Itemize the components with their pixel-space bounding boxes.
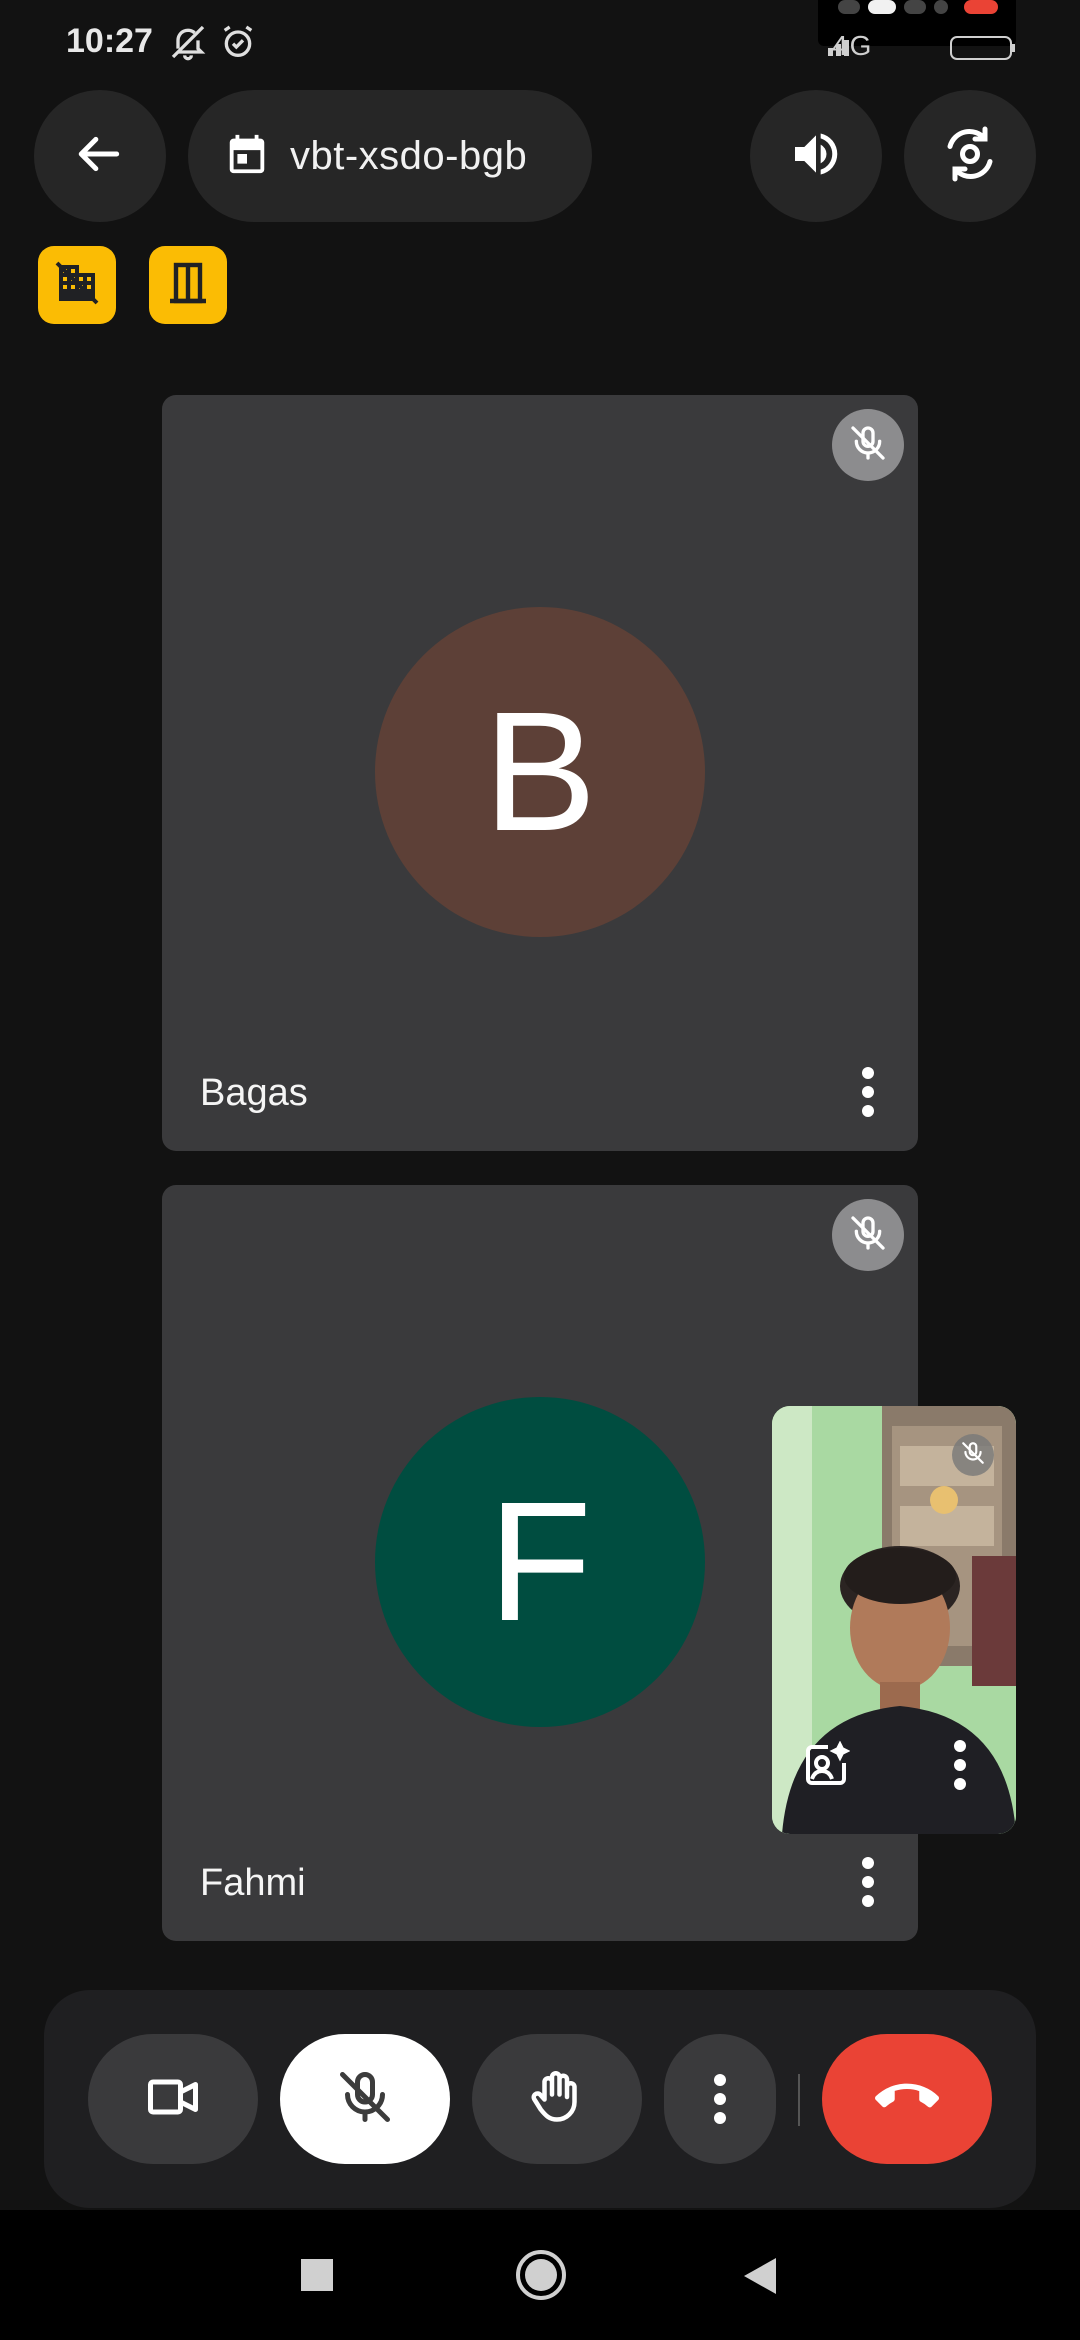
call-controls-bar	[44, 1990, 1036, 2208]
controls-divider	[798, 2074, 800, 2126]
domain-disabled-badge[interactable]	[38, 246, 116, 324]
back-button[interactable]	[34, 90, 166, 222]
end-call-button[interactable]	[822, 2034, 992, 2164]
self-view-preview[interactable]	[772, 1406, 1016, 1834]
switch-camera-button[interactable]	[904, 90, 1036, 222]
battery-icon	[950, 36, 1016, 65]
domain-disabled-icon	[53, 259, 101, 312]
status-time: 10:27	[66, 22, 153, 60]
mic-off-icon	[335, 2067, 395, 2132]
door-badge[interactable]	[149, 246, 227, 324]
call-end-icon	[875, 2065, 939, 2134]
camera-toggle-button[interactable]	[88, 2034, 258, 2164]
speaker-button[interactable]	[750, 90, 882, 222]
home-icon[interactable]	[514, 2248, 568, 2307]
arrow-back-icon	[75, 129, 125, 184]
back-icon[interactable]	[742, 2256, 778, 2301]
meeting-info-chip[interactable]: vbt-xsdo-bgb	[188, 90, 592, 222]
participant-muted-indicator	[832, 409, 904, 481]
effects-icon	[802, 1740, 851, 1793]
system-navigation-bar	[0, 2210, 1080, 2340]
participant-name: Bagas	[200, 1072, 308, 1114]
raise-hand-button[interactable]	[472, 2034, 642, 2164]
mic-off-icon	[848, 1213, 888, 1258]
effects-button[interactable]	[802, 1740, 851, 1794]
notifications-off-icon	[168, 22, 208, 67]
calendar-icon	[224, 131, 270, 182]
door-icon	[164, 259, 212, 312]
avatar: F	[375, 1397, 705, 1727]
participant-menu-button[interactable]	[856, 1857, 880, 1907]
mic-off-icon	[848, 423, 888, 468]
participant-tile[interactable]: B Bagas	[162, 395, 918, 1151]
videocam-icon	[143, 2067, 203, 2132]
hand-icon	[527, 2067, 587, 2132]
switch-camera-icon	[940, 124, 1000, 189]
alarm-icon	[218, 22, 258, 67]
microphone-toggle-button[interactable]	[280, 2034, 450, 2164]
self-view-menu-button[interactable]	[948, 1740, 972, 1790]
participant-muted-indicator	[832, 1199, 904, 1271]
avatar: B	[375, 607, 705, 937]
volume-icon	[788, 126, 844, 187]
participant-menu-button[interactable]	[856, 1067, 880, 1117]
recents-icon[interactable]	[300, 2258, 334, 2297]
meet-call-screen: 10:27 4G vbt-xsdo-bgb B Bagas F Fahmi	[0, 0, 1080, 2340]
more-options-button[interactable]	[664, 2034, 776, 2164]
mic-off-icon	[960, 1440, 986, 1471]
participant-name: Fahmi	[200, 1862, 306, 1904]
self-muted-indicator	[952, 1434, 994, 1476]
more-vert-icon	[708, 2074, 732, 2124]
signal-icon	[828, 36, 868, 61]
meeting-code: vbt-xsdo-bgb	[290, 133, 528, 178]
